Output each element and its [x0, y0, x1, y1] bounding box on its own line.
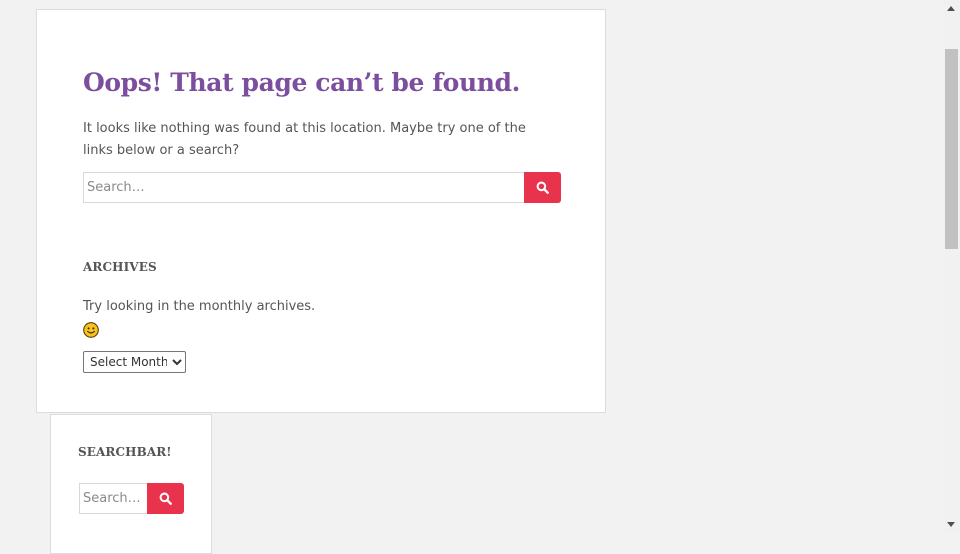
main-search-input[interactable] [83, 172, 524, 203]
search-icon [536, 181, 549, 194]
archives-month-select[interactable]: Select Month [83, 351, 186, 373]
searchbar-widget: SEARCHBAR! [50, 414, 212, 554]
not-found-card: Oops! That page can’t be found. It looks… [36, 9, 606, 413]
searchbar-widget-title: SEARCHBAR! [78, 445, 172, 459]
sidebar-search-form [79, 483, 184, 514]
main-search-form [83, 172, 561, 203]
scroll-down-arrow-icon[interactable] [947, 522, 955, 527]
sidebar-search-button[interactable] [147, 483, 184, 514]
search-icon [159, 492, 172, 505]
page-title: Oops! That page can’t be found. [83, 68, 520, 97]
vertical-scrollbar[interactable] [943, 0, 960, 533]
archives-widget-title: ARCHIVES [83, 260, 157, 274]
smiley-face-icon [83, 322, 99, 338]
scrollbar-thumb[interactable] [945, 49, 958, 249]
archives-text: Try looking in the monthly archives. [83, 299, 316, 314]
scroll-up-arrow-icon[interactable] [947, 6, 955, 11]
not-found-message: It looks like nothing was found at this … [83, 121, 526, 158]
sidebar-search-input[interactable] [79, 483, 147, 514]
main-search-button[interactable] [524, 172, 561, 203]
